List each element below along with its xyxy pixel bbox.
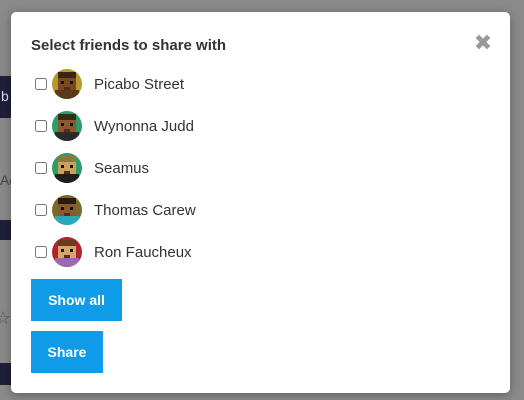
friend-checkbox[interactable] (35, 246, 47, 258)
friend-name: Seamus (94, 159, 150, 177)
friend-row[interactable]: Seamus (35, 152, 196, 184)
background-text-fragment: b (1, 88, 9, 104)
avatar-icon (52, 153, 82, 183)
friend-checkbox[interactable] (35, 204, 47, 216)
avatar-icon (52, 237, 82, 267)
share-button[interactable]: Share (31, 331, 103, 373)
avatar-icon (52, 111, 82, 141)
close-icon[interactable]: ✖ (473, 33, 493, 55)
background-chip (0, 220, 11, 240)
friend-name: Wynonna Judd (94, 117, 194, 135)
friend-checkbox[interactable] (35, 120, 47, 132)
avatar-icon (52, 69, 82, 99)
share-modal: Select friends to share with ✖ Picabo St… (11, 12, 510, 393)
friend-name: Picabo Street (94, 75, 185, 93)
show-all-button[interactable]: Show all (31, 279, 122, 321)
background-star-icon: ☆ (0, 308, 12, 329)
friend-row[interactable]: Wynonna Judd (35, 110, 196, 142)
background-chip (0, 363, 11, 385)
friend-checkbox[interactable] (35, 78, 47, 90)
friend-name: Thomas Carew (94, 201, 196, 219)
friend-list: Picabo Street Wynonna Judd Seamus Thomas Ca… (35, 68, 196, 278)
friend-row[interactable]: Picabo Street (35, 68, 196, 100)
friend-row[interactable]: Ron Faucheux (35, 236, 196, 268)
modal-title: Select friends to share with (31, 37, 227, 54)
avatar-icon (52, 195, 82, 225)
friend-row[interactable]: Thomas Carew (35, 194, 196, 226)
friend-name: Ron Faucheux (94, 243, 192, 261)
friend-checkbox[interactable] (35, 162, 47, 174)
